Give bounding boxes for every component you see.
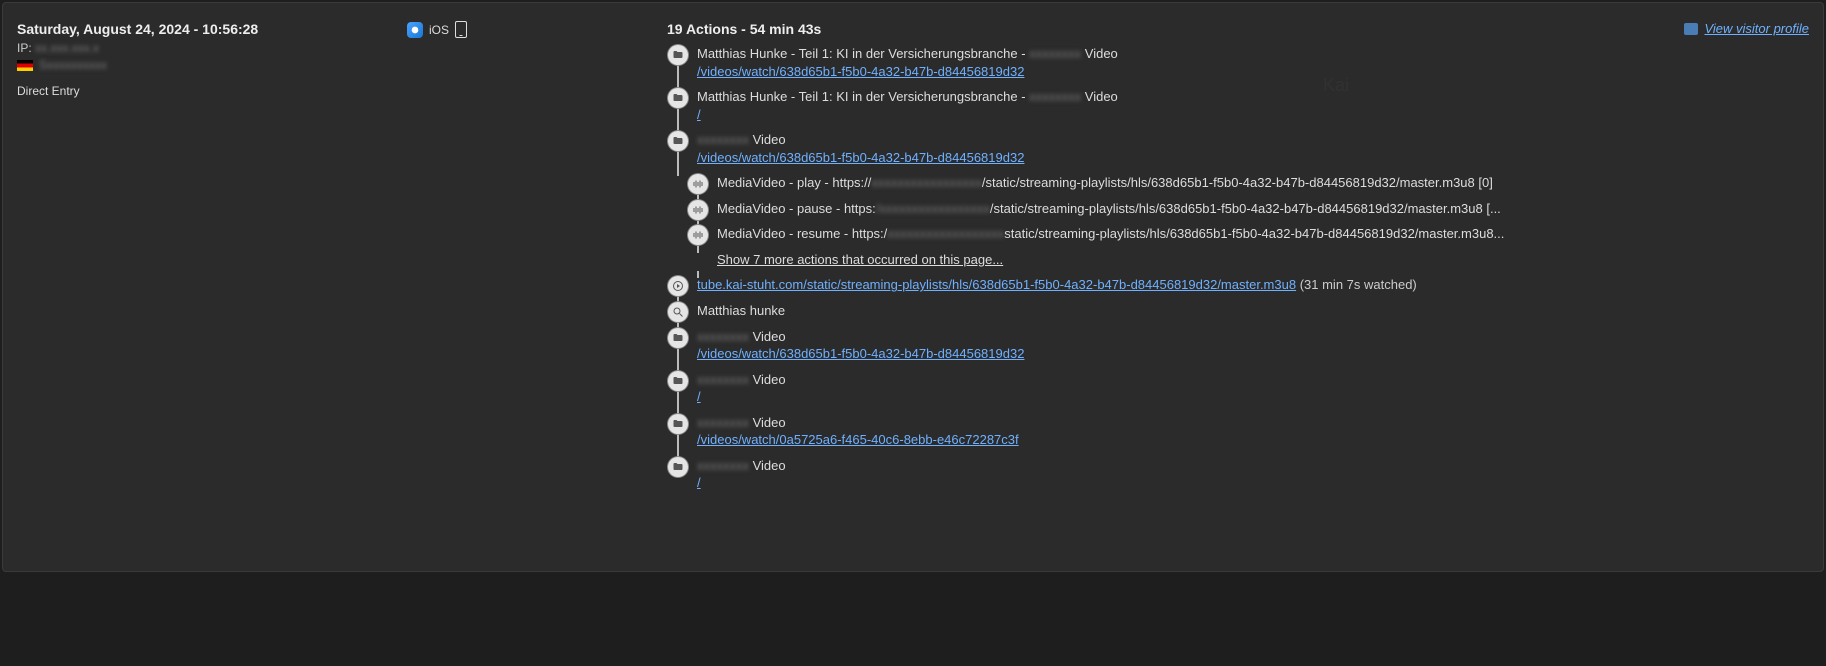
action-row: Matthias hunke xyxy=(667,302,1809,326)
action-title: xxxxxxxx Video xyxy=(697,328,1809,346)
os-device-block: iOS xyxy=(407,21,467,38)
action-content: tube.kai-stuht.com/static/streaming-play… xyxy=(689,276,1809,300)
show-more-row: Show 7 more actions that occurred on thi… xyxy=(687,251,1809,275)
visitor-info-column: Saturday, August 24, 2024 - 10:56:28 IP:… xyxy=(17,21,657,541)
smartphone-icon xyxy=(455,21,467,38)
ip-row: IP: xx.xxx.xxx.x xyxy=(17,41,657,55)
action-content: Matthias hunke xyxy=(689,302,1809,326)
visitor-profile-icon xyxy=(1684,23,1698,35)
folder-icon xyxy=(668,328,688,348)
action-row: MediaVideo - pause - https:/xxxxxxxxxxxx… xyxy=(687,200,1809,224)
action-content: xxxxxxxx Video/videos/watch/0a5725a6-f46… xyxy=(689,414,1809,455)
action-content: xxxxxxxx Video/ xyxy=(689,371,1809,412)
redacted-text: xxxxxxxxxxxxxxxxxx xyxy=(887,226,1004,241)
action-content: Show 7 more actions that occurred on thi… xyxy=(709,251,1809,275)
action-row: MediaVideo - play - https://xxxxxxxxxxxx… xyxy=(687,174,1809,198)
actions-summary: 19 Actions - 54 min 43s xyxy=(667,21,1809,37)
action-url-link[interactable]: /videos/watch/638d65b1-f5b0-4a32-b47b-d8… xyxy=(697,64,1024,79)
action-title: MediaVideo - play - https://xxxxxxxxxxxx… xyxy=(717,174,1809,192)
action-row: xxxxxxxx Video/ xyxy=(667,371,1809,412)
action-url-link[interactable]: / xyxy=(697,389,701,404)
folder-icon xyxy=(668,457,688,477)
action-url-link[interactable]: /videos/watch/638d65b1-f5b0-4a32-b47b-d8… xyxy=(697,346,1024,361)
action-row: xxxxxxxx Video/videos/watch/638d65b1-f5b… xyxy=(667,328,1809,369)
action-row: Matthias Hunke - Teil 1: KI in der Versi… xyxy=(667,88,1809,129)
location-redacted: Sxxxxxxxxxx xyxy=(39,58,107,72)
media-icon xyxy=(688,174,708,194)
folder-icon xyxy=(668,371,688,391)
redacted-text: xxxxxxxx xyxy=(697,329,749,344)
action-content: xxxxxxxx Video/ xyxy=(689,457,1809,498)
folder-icon xyxy=(668,414,688,434)
germany-flag-icon xyxy=(17,60,33,71)
actions-column: 19 Actions - 54 min 43s View visitor pro… xyxy=(667,21,1809,541)
visit-panel: Saturday, August 24, 2024 - 10:56:28 IP:… xyxy=(2,2,1824,572)
watch-duration: (31 min 7s watched) xyxy=(1296,277,1417,292)
action-row: tube.kai-stuht.com/static/streaming-play… xyxy=(667,276,1809,300)
action-title: xxxxxxxx Video xyxy=(697,457,1809,475)
action-title: Matthias hunke xyxy=(697,302,1809,320)
view-visitor-profile-link[interactable]: View visitor profile xyxy=(1704,21,1809,36)
play-icon xyxy=(668,276,688,296)
search-icon xyxy=(668,302,688,322)
action-row: Matthias Hunke - Teil 1: KI in der Versi… xyxy=(667,45,1809,86)
folder-icon xyxy=(668,131,688,151)
action-title: xxxxxxxx Video xyxy=(697,414,1809,432)
redacted-text: xxxxxxxx xyxy=(697,415,749,430)
redacted-text: xxxxxxxx xyxy=(697,372,749,387)
media-icon xyxy=(688,200,708,220)
redacted-text: xxxxxxxx xyxy=(697,132,749,147)
action-title: MediaVideo - pause - https:/xxxxxxxxxxxx… xyxy=(717,200,1809,218)
location-row: Sxxxxxxxxxx xyxy=(17,58,657,72)
action-title: xxxxxxxx Video xyxy=(697,131,1809,149)
action-url-link[interactable]: /videos/watch/0a5725a6-f465-40c6-8ebb-e4… xyxy=(697,432,1019,447)
show-more-link[interactable]: Show 7 more actions that occurred on thi… xyxy=(717,252,1003,267)
action-content: MediaVideo - pause - https:/xxxxxxxxxxxx… xyxy=(709,200,1809,224)
action-title: Matthias Hunke - Teil 1: KI in der Versi… xyxy=(697,88,1809,106)
redacted-text: xxxxxxxx xyxy=(1029,89,1081,104)
redacted-text: xxxxxxxxxxxxxxxxx xyxy=(871,175,982,190)
action-content: Matthias Hunke - Teil 1: KI in der Versi… xyxy=(689,45,1809,86)
redacted-text: xxxxxxxx xyxy=(697,458,749,473)
action-row: xxxxxxxx Video/videos/watch/638d65b1-f5b… xyxy=(667,131,1809,172)
view-profile-block: View visitor profile xyxy=(1684,21,1809,36)
action-url-link[interactable]: /videos/watch/638d65b1-f5b0-4a32-b47b-d8… xyxy=(697,150,1024,165)
media-url-link[interactable]: tube.kai-stuht.com/static/streaming-play… xyxy=(697,277,1296,292)
action-content: xxxxxxxx Video/videos/watch/638d65b1-f5b… xyxy=(689,131,1809,172)
redacted-text: xxxxxxxx xyxy=(1029,46,1081,61)
media-icon xyxy=(688,225,708,245)
action-title: Matthias Hunke - Teil 1: KI in der Versi… xyxy=(697,45,1809,63)
action-content: MediaVideo - resume - https:/xxxxxxxxxxx… xyxy=(709,225,1809,249)
folder-icon xyxy=(668,88,688,108)
actions-timeline: Matthias Hunke - Teil 1: KI in der Versi… xyxy=(667,45,1809,498)
ios-icon xyxy=(407,22,423,38)
action-content: xxxxxxxx Video/videos/watch/638d65b1-f5b… xyxy=(689,328,1809,369)
action-content: Matthias Hunke - Teil 1: KI in der Versi… xyxy=(689,88,1809,129)
action-content: MediaVideo - play - https://xxxxxxxxxxxx… xyxy=(709,174,1809,198)
action-title: MediaVideo - resume - https:/xxxxxxxxxxx… xyxy=(717,225,1809,243)
folder-icon xyxy=(668,45,688,65)
action-url-link[interactable]: / xyxy=(697,107,701,122)
redacted-text: /xxxxxxxxxxxxxxxxx xyxy=(876,201,990,216)
visit-datetime: Saturday, August 24, 2024 - 10:56:28 xyxy=(17,21,657,37)
referrer-type: Direct Entry xyxy=(17,84,657,98)
action-row: MediaVideo - resume - https:/xxxxxxxxxxx… xyxy=(687,225,1809,249)
action-row: xxxxxxxx Video/ xyxy=(667,457,1809,498)
os-label: iOS xyxy=(429,23,449,37)
action-row: xxxxxxxx Video/videos/watch/0a5725a6-f46… xyxy=(667,414,1809,455)
action-title: xxxxxxxx Video xyxy=(697,371,1809,389)
action-url-link[interactable]: / xyxy=(697,475,701,490)
ip-label: IP: xyxy=(17,41,32,55)
ip-value-redacted: xx.xxx.xxx.x xyxy=(35,41,99,55)
